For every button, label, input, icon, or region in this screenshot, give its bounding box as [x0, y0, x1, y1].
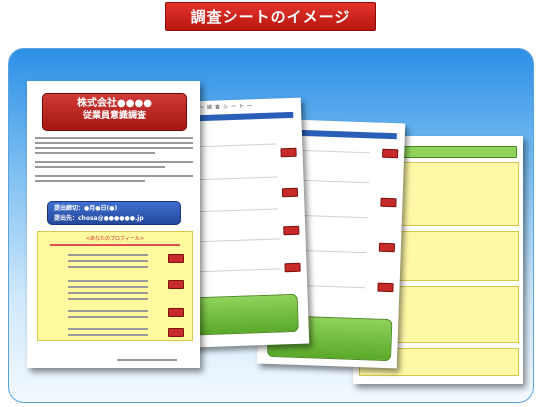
answer-box[interactable] — [380, 197, 397, 208]
deadline-text: 提出締切：●月●日(●) — [54, 205, 118, 212]
page-title: 調査シートのイメージ — [190, 8, 351, 26]
survey-sheet-1: 株式会社●●●● 従業員意識調査 提出締切：●月●日(●) 提出先：chosa@… — [27, 81, 200, 368]
answer-box[interactable] — [168, 328, 184, 337]
answer-box[interactable] — [281, 187, 299, 198]
company-name: 株式会社●●●● — [77, 98, 152, 109]
sheet2-header: ～ 調 査 シ ー ト ～ — [198, 103, 253, 112]
survey-name: 従業員意識調査 — [82, 111, 146, 121]
answer-box[interactable] — [168, 308, 184, 317]
sheet-stage: ～ 調 査 シ ー ト ～ 株式会社●●●● 従業員意識調査 提出締切：●月●日… — [8, 48, 534, 403]
submission-info-box: 提出締切：●月●日(●) 提出先：chosa@●●●●●●.jp — [47, 201, 181, 225]
submit-to-text: 提出先：chosa@●●●●●●.jp — [54, 215, 144, 222]
page-title-banner: 調査シートのイメージ — [165, 2, 376, 31]
answer-box[interactable] — [284, 262, 301, 273]
profile-title: <あなたのプロフィール> — [85, 236, 145, 242]
survey-title-box: 株式会社●●●● 従業員意識調査 — [42, 93, 187, 131]
answer-box[interactable] — [382, 148, 399, 159]
profile-section: <あなたのプロフィール> — [37, 231, 193, 341]
answer-box[interactable] — [377, 282, 394, 293]
answer-box[interactable] — [280, 147, 297, 158]
answer-box[interactable] — [168, 254, 184, 263]
answer-box[interactable] — [283, 225, 300, 236]
answer-box[interactable] — [378, 242, 396, 253]
answer-box[interactable] — [168, 280, 184, 289]
